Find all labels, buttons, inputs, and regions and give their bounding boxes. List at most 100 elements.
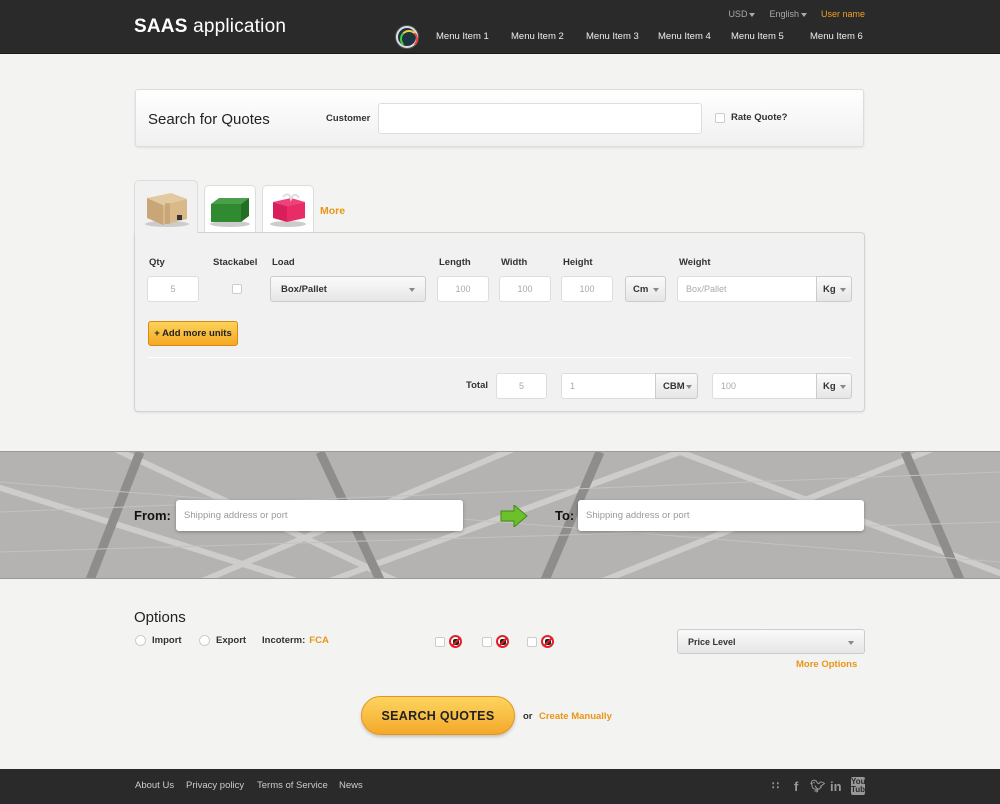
nav-menu-item-6[interactable]: Menu Item 6 — [810, 31, 863, 42]
footer-link-privacy[interactable]: Privacy policy — [186, 780, 244, 791]
to-label: To: — [555, 508, 575, 523]
currency-selector[interactable]: USD — [728, 9, 756, 19]
nav-menu-item-1[interactable]: Menu Item 1 — [436, 31, 489, 42]
total-weight-unit-value: Kg — [823, 380, 836, 392]
load-select[interactable]: Box/Pallet — [270, 276, 426, 302]
restriction-chemical-checkbox[interactable] — [482, 636, 492, 647]
price-level-value: Price Level — [688, 636, 736, 647]
width-header: Width — [501, 257, 528, 268]
no-chemical-icon — [496, 635, 509, 648]
length-input[interactable]: 100 — [437, 276, 489, 302]
tab-box[interactable] — [134, 180, 198, 233]
caret-down-icon — [653, 288, 659, 292]
customer-input[interactable] — [378, 103, 702, 134]
total-weight-unit-select[interactable]: Kg — [816, 373, 852, 399]
import-label: Import — [152, 635, 182, 646]
or-text: or — [523, 711, 533, 722]
speedometer-icon[interactable] — [396, 26, 418, 48]
arrow-right-icon — [500, 505, 528, 527]
more-options-link[interactable]: More Options — [796, 659, 857, 670]
caret-down-icon — [409, 288, 415, 292]
language-selector[interactable]: English — [769, 9, 807, 19]
youtube-icon[interactable]: You Tube — [851, 777, 870, 795]
export-radio[interactable] — [199, 635, 210, 646]
qty-input[interactable]: 5 — [147, 276, 199, 302]
export-option[interactable]: Export — [199, 635, 246, 646]
from-address-input[interactable]: Shipping address or port — [176, 500, 463, 531]
footer-link-about[interactable]: About Us — [135, 780, 174, 791]
app-title-rest: application — [187, 16, 287, 37]
twitter-icon[interactable]: 🐦︎ — [810, 779, 825, 793]
height-header: Height — [563, 257, 593, 268]
from-label: From: — [134, 508, 171, 523]
footer-link-terms[interactable]: Terms of Service — [257, 780, 328, 791]
incoterm-label: Incoterm: — [262, 635, 306, 646]
footer-link-news[interactable]: News — [339, 780, 363, 791]
top-header: SAAS application USD English User name M… — [0, 0, 1000, 54]
rate-quote-label: Rate Quote? — [731, 112, 788, 123]
stackable-checkbox[interactable] — [232, 284, 242, 294]
caret-down-icon — [840, 385, 846, 389]
tab-container[interactable] — [204, 185, 256, 233]
cardboard-box-icon — [145, 193, 189, 227]
gift-box-icon — [270, 193, 306, 227]
customer-label: Customer — [326, 113, 371, 124]
rss-icon[interactable]: ∷ — [772, 779, 779, 792]
nav-menu-item-3[interactable]: Menu Item 3 — [586, 31, 639, 42]
top-right-controls: USD English User name — [728, 9, 865, 19]
create-manually-link[interactable]: Create Manually — [539, 711, 612, 722]
app-logo[interactable]: SAAS application — [134, 16, 286, 38]
weight-unit-value: Kg — [823, 283, 836, 295]
shipping-container-icon — [210, 198, 250, 227]
stackable-header: Stackabel — [213, 257, 258, 268]
tab-gift[interactable] — [262, 185, 314, 233]
restriction-radioactive[interactable] — [527, 635, 554, 648]
add-more-units-button[interactable]: + Add more units — [148, 321, 238, 346]
load-header: Load — [272, 257, 295, 268]
no-radioactive-icon — [541, 635, 554, 648]
caret-down-icon — [686, 385, 692, 389]
import-radio[interactable] — [135, 635, 146, 646]
nav-menu-item-5[interactable]: Menu Item 5 — [731, 31, 784, 42]
incoterm: Incoterm: FCA — [262, 635, 329, 646]
more-tabs-link[interactable]: More — [320, 205, 345, 217]
user-name-link[interactable]: User name — [821, 9, 865, 19]
nav-menu-item-4[interactable]: Menu Item 4 — [658, 31, 711, 42]
rate-quote-option[interactable]: Rate Quote? — [715, 112, 787, 123]
import-option[interactable]: Import — [135, 635, 182, 646]
restriction-liquid[interactable] — [435, 635, 462, 648]
restriction-radioactive-checkbox[interactable] — [527, 636, 537, 647]
rate-quote-checkbox[interactable] — [715, 112, 725, 123]
volume-unit-select[interactable]: CBM — [655, 373, 698, 399]
width-input[interactable]: 100 — [499, 276, 551, 302]
dimension-unit-value: Cm — [633, 283, 649, 295]
restriction-chemical[interactable] — [482, 635, 509, 648]
caret-down-icon — [840, 288, 846, 292]
incoterm-value-link[interactable]: FCA — [309, 635, 329, 646]
height-input[interactable]: 100 — [561, 276, 613, 302]
options-title: Options — [134, 609, 186, 626]
dimension-unit-select[interactable]: Cm — [625, 276, 666, 302]
currency-label: USD — [728, 9, 748, 19]
restriction-liquid-checkbox[interactable] — [435, 636, 445, 647]
total-volume-field[interactable]: 1 — [561, 373, 656, 399]
nav-menu-item-2[interactable]: Menu Item 2 — [511, 31, 564, 42]
caret-down-icon — [749, 12, 756, 17]
search-quotes-card: Search for Quotes Customer Rate Quote? — [135, 89, 864, 147]
export-label: Export — [216, 635, 247, 646]
price-level-select[interactable]: Price Level — [677, 629, 865, 654]
total-label: Total — [466, 380, 488, 391]
caret-down-icon — [800, 12, 807, 17]
weight-header: Weight — [679, 257, 711, 268]
footer: About Us Privacy policy Terms of Service… — [0, 769, 1000, 804]
linkedin-icon[interactable]: in — [830, 779, 842, 794]
caret-down-icon — [848, 641, 854, 645]
search-quotes-button[interactable]: SEARCH QUOTES — [361, 696, 515, 735]
language-label: English — [769, 9, 799, 19]
to-address-input[interactable]: Shipping address or port — [578, 500, 864, 531]
facebook-icon[interactable]: f — [794, 779, 798, 794]
weight-input[interactable]: Box/Pallet — [677, 276, 817, 302]
weight-unit-select[interactable]: Kg — [816, 276, 852, 302]
total-weight-field[interactable]: 100 — [712, 373, 817, 399]
search-title: Search for Quotes — [148, 111, 270, 128]
